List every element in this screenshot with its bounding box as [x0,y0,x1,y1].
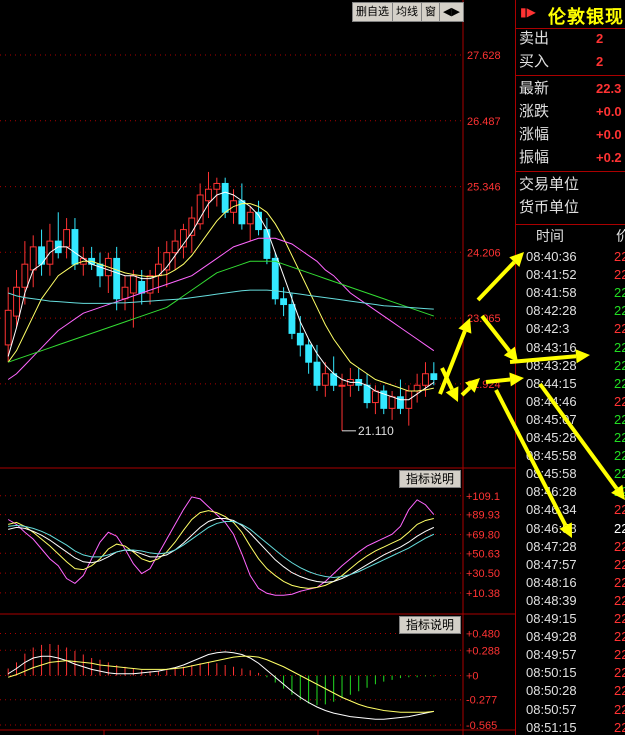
quote-header: ▮▶ 伦敦银现 [516,0,625,29]
quote-label: 最新 [519,80,550,97]
candle-body [205,188,212,202]
price-axis-label: 25.346 [467,182,501,194]
divider [516,171,625,172]
chevron-right-icon[interactable]: ◀▶ [440,3,463,21]
indicator-help-button-1[interactable]: 指标说明 [399,470,461,488]
quote-value: 22.3 [596,81,622,96]
instrument-name: 伦敦银现 [548,7,624,27]
macd-axis-label: +0 [466,671,479,683]
candle-body [430,373,438,381]
candle-body [363,384,371,404]
price-axis-label: 24.206 [467,247,501,259]
ma-line [7,191,435,401]
tick-time: 08:51:15 [526,719,577,735]
ma-line [8,260,434,363]
tick-row: 08:51:15 22 [516,717,625,735]
quote-label: 涨跌 [519,103,550,120]
price-axis-label: 27.628 [467,50,501,62]
macd-line [8,655,434,713]
candle-body [271,257,279,300]
indicator-axis-label: +10.38 [466,588,500,600]
candle-body [422,373,429,386]
candle-body [196,194,204,225]
price-axis-label: 23.065 [467,313,501,325]
indicator-axis-label: +89.93 [466,510,500,522]
divider [516,224,625,225]
candle-body [129,275,137,294]
quote-row: 买入 2 [516,51,625,73]
quote-value: +0.2 [596,150,622,165]
indicator-help-button-2[interactable]: 指标说明 [399,616,461,634]
candle-body [29,246,37,271]
tick-header-price: 价 [616,226,625,246]
chart-toolbar: 删自选 均线 窗 ◀▶ [352,2,464,22]
candle-body [388,396,396,409]
kdj-line [8,518,435,583]
candle-body [296,332,304,346]
quote-row: 涨跌 +0.0 [516,101,625,123]
quote-label: 买入 [519,53,550,70]
quote-value: 2 [596,31,604,46]
candle-body [246,211,254,225]
quote-row: 货币单位 [516,197,625,219]
candle-body [113,257,121,300]
macd-axis-label: -0.565 [466,720,497,732]
candle-body [338,384,346,387]
candle-body [121,286,129,300]
tick-header: 时间 价 [516,226,625,246]
moving-average-button[interactable]: 均线 [393,3,422,21]
candle-body [13,286,20,317]
quote-label: 货币单位 [519,199,580,216]
candle-body [313,361,321,386]
indicator-axis-label: +50.63 [466,548,500,560]
low-marker-label: 21.110 [358,424,394,438]
quote-row: 涨幅 +0.0 [516,124,625,146]
candle-body [213,182,221,190]
macd-axis-label: +0.288 [466,645,500,657]
candle-body [21,263,29,288]
quote-label: 交易单位 [519,176,580,193]
tick-price: 22 [614,719,625,735]
remove-favorite-button[interactable]: 删自选 [353,3,393,21]
candle-body [280,298,288,306]
candle-body [63,229,71,248]
quote-value: +0.0 [596,104,622,119]
candle-body [138,280,146,294]
macd-line [7,651,434,720]
candle-body [171,240,179,254]
flag-icon[interactable]: ▮▶ [520,5,536,19]
quote-row: 交易单位 [516,174,625,196]
quote-label: 振幅 [519,149,550,166]
quote-value: 2 [596,54,604,69]
candle-body [71,229,79,265]
divider [516,75,625,76]
kdj-line [8,520,435,579]
candle-body [371,390,379,404]
tick-header-time: 时间 [536,228,564,244]
candle-body [321,373,329,386]
candle-body [413,384,421,392]
indicator-axis-label: +109.1 [466,491,500,503]
kdj-line [7,496,435,596]
macd-axis-label: -0.277 [466,695,497,707]
candle-body [288,304,296,334]
quote-label: 卖出 [519,30,550,47]
macd-axis-label: +0.480 [466,629,500,641]
candle-body [221,182,229,213]
quote-value: +0.0 [596,127,622,142]
candle-body [305,344,313,363]
quote-label: 涨幅 [519,126,550,143]
indicator-axis-label: +30.50 [466,568,500,580]
quote-row: 最新 22.3 [516,78,625,100]
price-axis-label: 26.487 [467,116,501,128]
candle-body [4,309,12,346]
quote-row: 卖出 2 [516,28,625,50]
window-button[interactable]: 窗 [422,3,440,21]
quote-row: 振幅 +0.2 [516,147,625,169]
indicator-axis-label: +69.80 [466,529,500,541]
quote-panel: ▮▶ 伦敦银现 卖出 2 买入 2 最新 22.3 涨跌 +0.0 涨幅 +0.0 振幅 +0.2 交易… [515,0,625,735]
price-axis-label: 21.924 [467,379,501,391]
